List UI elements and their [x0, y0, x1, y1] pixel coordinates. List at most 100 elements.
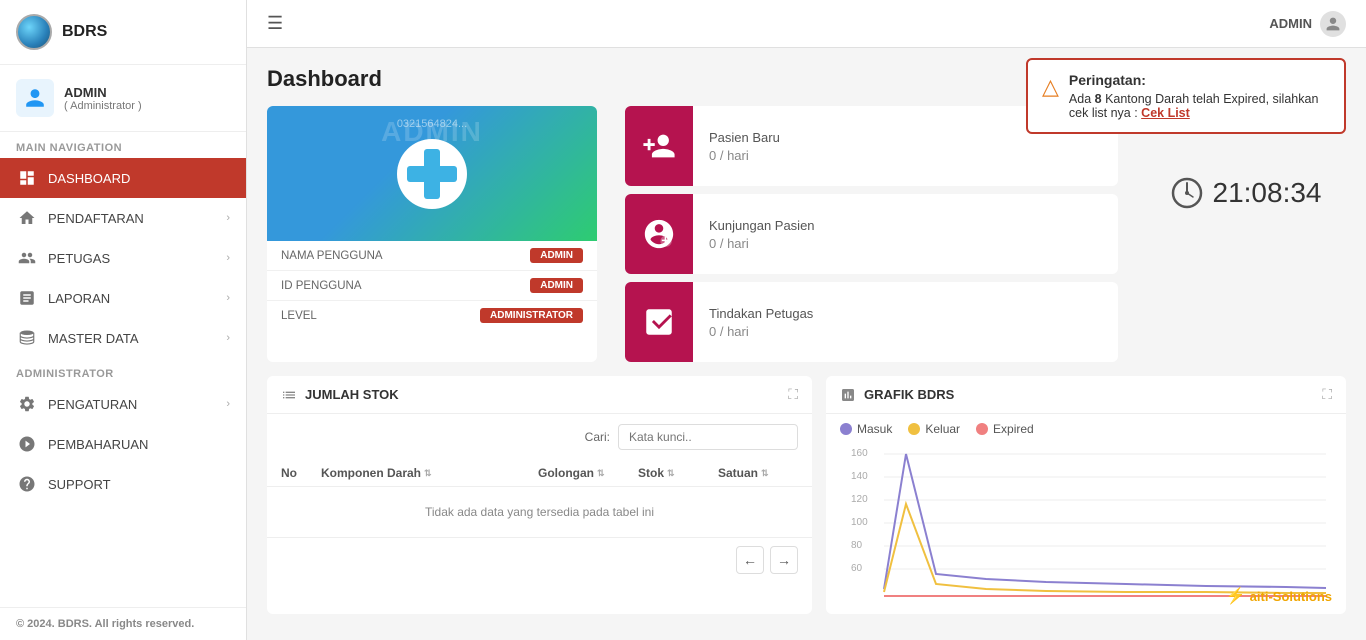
main-area: ☰ ADMIN △ Peringatan: Ada 8 Kantong Dara… [247, 0, 1366, 640]
stat-cards: Pasien Baru 0 / hari [625, 106, 1118, 362]
legend-masuk-dot [840, 423, 852, 435]
topbar-user-icon [1320, 11, 1346, 37]
bottom-row: JUMLAH STOK ⛶ Cari: No Komponen Darah ⇅ … [267, 376, 1346, 614]
alert-link[interactable]: Cek List [1141, 106, 1190, 120]
info-row-level: LEVEL ADMINISTRATOR [267, 301, 597, 330]
chart-panel-header: GRAFIK BDRS ⛶ [826, 376, 1346, 414]
topbar-admin-label: ADMIN [1269, 16, 1312, 31]
legend-masuk-label: Masuk [857, 422, 892, 436]
stock-panel-header: JUMLAH STOK ⛶ [267, 376, 812, 414]
tindakan-icon [642, 305, 676, 339]
right-section: Pasien Baru 0 / hari [611, 106, 1118, 362]
pembaharuan-label: PEMBAHARUAN [48, 437, 230, 452]
legend-keluar-dot [908, 423, 920, 435]
svg-text:160: 160 [851, 448, 868, 459]
sidebar-item-pengaturan[interactable]: PENGATURAN › [0, 384, 246, 424]
legend-keluar-label: Keluar [925, 422, 960, 436]
stock-expand-button[interactable]: ⛶ [788, 386, 798, 403]
clock-svg [1171, 177, 1203, 209]
stat-card-kunjungan: Kunjungan Pasien 0 / hari [625, 194, 1118, 274]
legend-masuk: Masuk [840, 422, 892, 436]
user-avatar [16, 79, 54, 117]
pasien-baru-icon [642, 129, 676, 163]
sidebar-footer: © 2024. BDRS. All rights reserved. [0, 607, 246, 640]
kunjungan-icon-box [625, 194, 693, 274]
svg-text:120: 120 [851, 494, 868, 505]
legend-expired-label: Expired [993, 422, 1034, 436]
label-id: ID PENGGUNA [281, 280, 362, 292]
pasien-baru-label: Pasien Baru [709, 130, 780, 145]
sidebar-item-pembaharuan[interactable]: PEMBAHARUAN [0, 424, 246, 464]
table-header: No Komponen Darah ⇅ Golongan ⇅ Stok ⇅ Sa… [267, 460, 812, 487]
topbar-right: ADMIN [1269, 11, 1346, 37]
support-label: SUPPORT [48, 477, 230, 492]
stock-icon [281, 387, 297, 403]
table-pagination: ← → [267, 538, 812, 582]
user-card-info: NAMA PENGGUNA ADMIN ID PENGGUNA ADMIN LE… [267, 241, 597, 330]
petugas-label: PETUGAS [48, 251, 216, 266]
tindakan-value: 0 / hari [709, 324, 813, 339]
hamburger-button[interactable]: ☰ [267, 13, 283, 34]
svg-text:140: 140 [851, 471, 868, 482]
info-row-id: ID PENGGUNA ADMIN [267, 271, 597, 301]
search-input[interactable] [618, 424, 798, 450]
legend-expired-dot [976, 423, 988, 435]
main-nav-label: Main Navigation [0, 132, 246, 158]
user-name: ADMIN [64, 85, 142, 100]
sidebar-item-petugas[interactable]: PETUGAS › [0, 238, 246, 278]
chart-panel: GRAFIK BDRS ⛶ Masuk Keluar Expired [826, 376, 1346, 614]
user-card-banner: ADMIN 0321564824... [267, 106, 597, 241]
topbar-user-svg [1325, 16, 1341, 32]
tindakan-label: Tindakan Petugas [709, 306, 813, 321]
chart-icon [840, 387, 856, 403]
next-page-button[interactable]: → [770, 546, 798, 574]
petugas-icon [16, 247, 38, 269]
master-data-label: MASTER DATA [48, 331, 216, 346]
search-label: Cari: [585, 430, 610, 444]
col-komponen: Komponen Darah ⇅ [321, 466, 538, 480]
support-icon [16, 473, 38, 495]
legend-expired: Expired [976, 422, 1034, 436]
sidebar-item-laporan[interactable]: LAPORAN › [0, 278, 246, 318]
legend-keluar: Keluar [908, 422, 960, 436]
search-row: Cari: [267, 414, 812, 460]
prev-page-button[interactable]: ← [736, 546, 764, 574]
sidebar-item-dashboard[interactable]: DASHBOARD [0, 158, 246, 198]
sidebar-header: BDRS [0, 0, 246, 65]
chart-panel-title: GRAFIK BDRS [864, 387, 1314, 402]
svg-text:100: 100 [851, 517, 868, 528]
sidebar-item-pendaftaran[interactable]: PENDAFTARAN › [0, 198, 246, 238]
pendaftaran-label: PENDAFTARAN [48, 211, 216, 226]
pasien-baru-info: Pasien Baru 0 / hari [693, 120, 796, 173]
table-empty-message: Tidak ada data yang tersedia pada tabel … [267, 487, 812, 538]
sidebar-item-support[interactable]: SUPPORT [0, 464, 246, 504]
user-icon [24, 87, 46, 109]
alert-box: △ Peringatan: Ada 8 Kantong Darah telah … [1026, 58, 1346, 134]
badge-nama: ADMIN [530, 248, 583, 263]
pengaturan-label: PENGATURAN [48, 397, 216, 412]
stock-panel-title: JUMLAH STOK [305, 387, 780, 402]
sidebar-user: ADMIN ( Administrator ) [0, 65, 246, 132]
svg-text:60: 60 [851, 563, 863, 574]
topbar-left: ☰ [267, 13, 283, 34]
laporan-chevron: › [226, 292, 230, 304]
clock-widget [1171, 177, 1203, 209]
master-data-chevron: › [226, 332, 230, 344]
col-golongan: Golongan ⇅ [538, 466, 638, 480]
dashboard-label: DASHBOARD [48, 171, 230, 186]
pendaftaran-chevron: › [226, 212, 230, 224]
chart-expand-button[interactable]: ⛶ [1322, 386, 1332, 403]
pasien-baru-icon-box [625, 106, 693, 186]
time-display: 21:08:34 [1213, 177, 1322, 209]
kunjungan-value: 0 / hari [709, 236, 815, 251]
admin-section-label: Administrator [0, 358, 246, 384]
label-level: LEVEL [281, 310, 317, 322]
info-row-nama: NAMA PENGGUNA ADMIN [267, 241, 597, 271]
dashboard-icon [16, 167, 38, 189]
alert-count: 8 [1095, 92, 1102, 106]
pembaharuan-icon [16, 433, 38, 455]
kunjungan-icon [642, 217, 676, 251]
sidebar-item-master-data[interactable]: MASTER DATA › [0, 318, 246, 358]
stat-card-tindakan: Tindakan Petugas 0 / hari [625, 282, 1118, 362]
laporan-icon [16, 287, 38, 309]
